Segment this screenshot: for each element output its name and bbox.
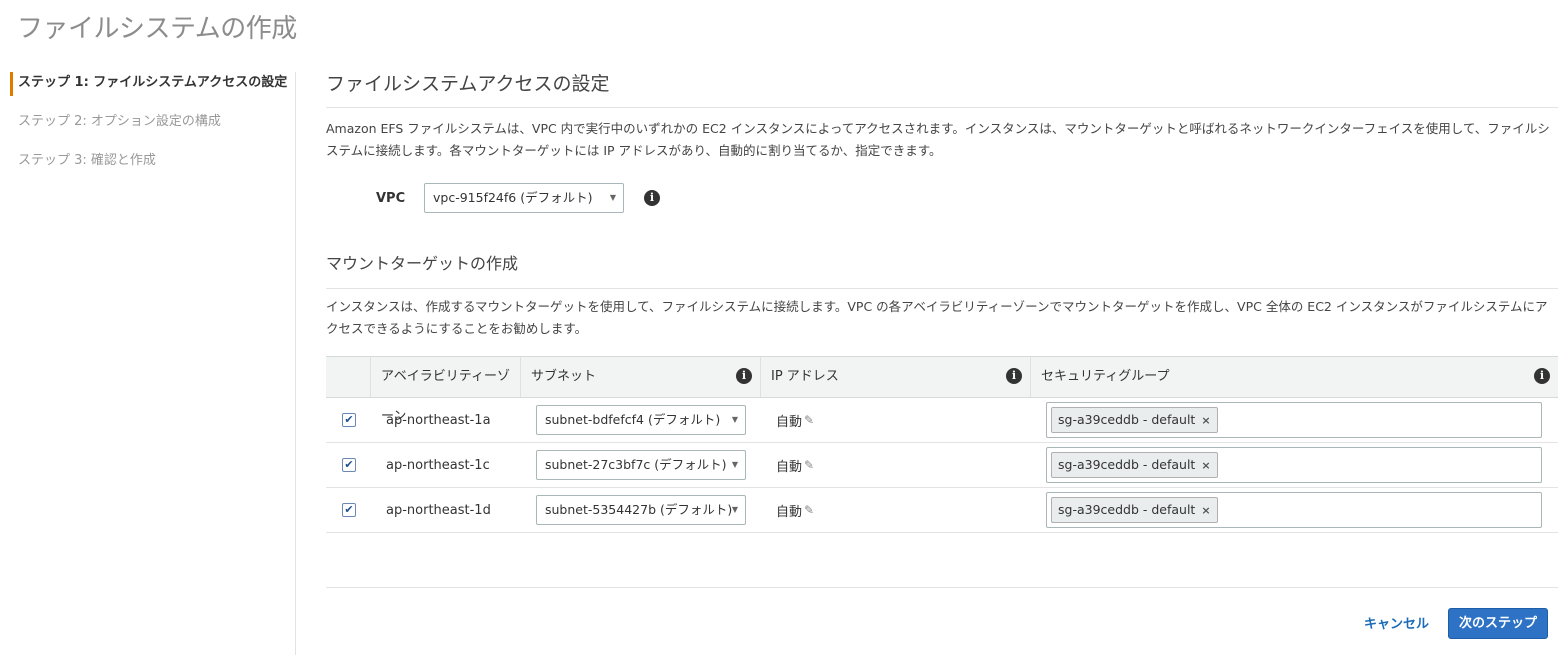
ip-value: 自動 xyxy=(776,504,803,520)
footer-divider xyxy=(326,587,1558,588)
info-icon[interactable]: i xyxy=(1534,368,1550,384)
subnet-select-value: subnet-27c3bf7c (デフォルト) xyxy=(545,457,727,472)
check-icon: ✔ xyxy=(344,503,354,516)
zone-cell: ap-northeast-1d xyxy=(386,502,491,518)
info-icon[interactable]: i xyxy=(736,368,752,384)
table-header: アベイラビリティーゾーン サブネット i IP アドレス i セキュリティグルー… xyxy=(326,356,1558,424)
security-group-input[interactable]: sg-a39ceddb - default × xyxy=(1046,492,1542,528)
vpc-select[interactable]: vpc-915f24f6 (デフォルト) ▼ xyxy=(424,183,624,213)
security-group-tag: sg-a39ceddb - default × xyxy=(1051,407,1218,433)
header-sg: セキュリティグループ i xyxy=(1030,357,1558,397)
security-group-tag-label: sg-a39ceddb - default xyxy=(1058,457,1196,472)
remove-x-icon[interactable]: × xyxy=(1201,504,1210,517)
mount-targets-table: アベイラビリティーゾーン サブネット i IP アドレス i セキュリティグルー… xyxy=(326,356,1558,533)
header-subnet-label: サブネット xyxy=(531,369,597,384)
row-checkbox[interactable]: ✔ xyxy=(342,458,356,472)
row-checkbox[interactable]: ✔ xyxy=(342,413,356,427)
ip-cell[interactable]: 自動 ✎ xyxy=(760,398,1030,442)
info-icon[interactable]: i xyxy=(1006,368,1022,384)
remove-x-icon[interactable]: × xyxy=(1201,414,1210,427)
subnet-select-value: subnet-bdfefcf4 (デフォルト) xyxy=(545,412,721,427)
vpc-select-value: vpc-915f24f6 (デフォルト) xyxy=(433,190,593,205)
security-group-tag: sg-a39ceddb - default × xyxy=(1051,452,1218,478)
header-zone: アベイラビリティーゾーン xyxy=(370,357,520,424)
mount-section-title: マウントターゲットの作成 xyxy=(326,252,1558,289)
caret-down-icon: ▼ xyxy=(609,193,616,202)
access-section-title: ファイルシステムアクセスの設定 xyxy=(326,72,1558,108)
header-ip: IP アドレス i xyxy=(760,357,1030,397)
ip-value: 自動 xyxy=(776,459,803,475)
caret-down-icon: ▼ xyxy=(731,460,738,469)
next-step-button[interactable]: 次のステップ xyxy=(1448,608,1548,639)
security-group-tag: sg-a39ceddb - default × xyxy=(1051,497,1218,523)
check-icon: ✔ xyxy=(344,458,354,471)
security-group-input[interactable]: sg-a39ceddb - default × xyxy=(1046,447,1542,483)
zone-cell: ap-northeast-1a xyxy=(386,412,491,428)
mount-description: インスタンスは、作成するマウントターゲットを使用して、ファイルシステムに接続しま… xyxy=(326,299,1548,336)
table-row: ✔ ap-northeast-1d subnet-5354427b (デフォルト… xyxy=(326,488,1558,533)
table-row: ✔ ap-northeast-1c subnet-27c3bf7c (デフォルト… xyxy=(326,443,1558,488)
ip-cell[interactable]: 自動 ✎ xyxy=(760,488,1030,532)
zone-cell: ap-northeast-1c xyxy=(386,457,490,473)
main-content: ファイルシステムアクセスの設定 Amazon EFS ファイルシステムは、VPC… xyxy=(326,72,1558,533)
step-1[interactable]: ステップ 1: ファイルシステムアクセスの設定 xyxy=(10,72,295,96)
security-group-tag-label: sg-a39ceddb - default xyxy=(1058,502,1196,517)
pencil-icon[interactable]: ✎ xyxy=(804,458,814,472)
steps-divider xyxy=(295,72,296,655)
remove-x-icon[interactable]: × xyxy=(1201,459,1210,472)
vpc-label: VPC xyxy=(376,190,406,206)
header-checkbox-col xyxy=(326,357,370,397)
security-group-tag-label: sg-a39ceddb - default xyxy=(1058,412,1196,427)
subnet-select[interactable]: subnet-5354427b (デフォルト) ▼ xyxy=(536,495,746,525)
caret-down-icon: ▼ xyxy=(731,415,738,424)
security-group-input[interactable]: sg-a39ceddb - default × xyxy=(1046,402,1542,438)
info-icon[interactable]: i xyxy=(644,190,660,206)
subnet-select-value: subnet-5354427b (デフォルト) xyxy=(545,502,733,517)
caret-down-icon: ▼ xyxy=(731,505,738,514)
subnet-select[interactable]: subnet-27c3bf7c (デフォルト) ▼ xyxy=(536,450,746,480)
cancel-button[interactable]: キャンセル xyxy=(1364,613,1429,632)
ip-cell[interactable]: 自動 ✎ xyxy=(760,443,1030,487)
pencil-icon[interactable]: ✎ xyxy=(804,413,814,427)
page-title: ファイルシステムの作成 xyxy=(17,14,297,44)
subnet-select[interactable]: subnet-bdfefcf4 (デフォルト) ▼ xyxy=(536,405,746,435)
steps-nav: ステップ 1: ファイルシステムアクセスの設定 ステップ 2: オプション設定の… xyxy=(10,72,295,189)
access-description: Amazon EFS ファイルシステムは、VPC 内で実行中のいずれかの EC2… xyxy=(326,121,1550,158)
check-icon: ✔ xyxy=(344,413,354,426)
vpc-row: VPC vpc-915f24f6 (デフォルト) ▼ i xyxy=(376,182,660,214)
table-row: ✔ ap-northeast-1a subnet-bdfefcf4 (デフォルト… xyxy=(326,398,1558,443)
header-subnet: サブネット i xyxy=(520,357,760,397)
ip-value: 自動 xyxy=(776,414,803,430)
step-2: ステップ 2: オプション設定の構成 xyxy=(18,114,221,129)
step-3: ステップ 3: 確認と作成 xyxy=(18,153,156,168)
row-checkbox[interactable]: ✔ xyxy=(342,503,356,517)
header-ip-label: IP アドレス xyxy=(771,369,839,384)
pencil-icon[interactable]: ✎ xyxy=(804,503,814,517)
header-sg-label: セキュリティグループ xyxy=(1041,369,1170,384)
